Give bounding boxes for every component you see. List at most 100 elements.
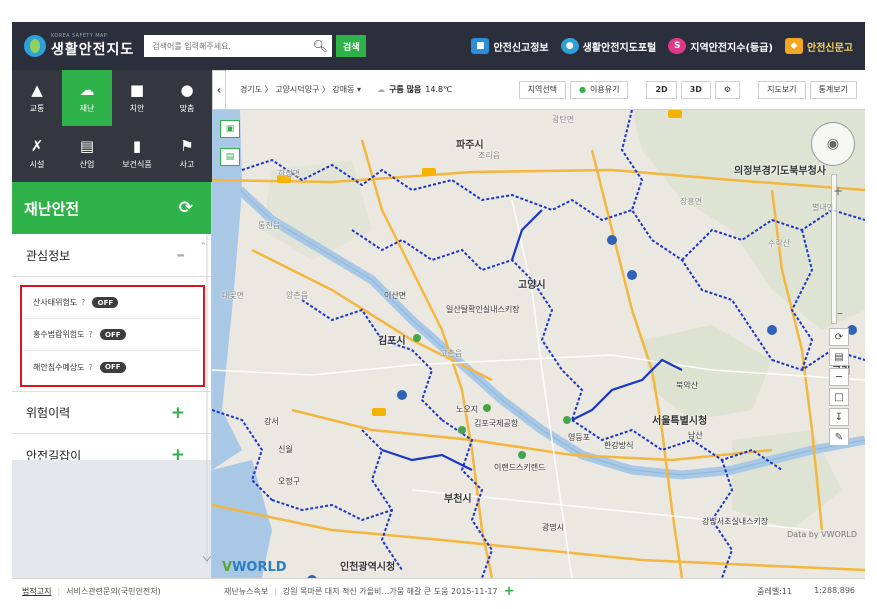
accordion-history-label: 위험이력 — [26, 406, 71, 420]
map-label-bucheon: 부천시 — [444, 494, 472, 505]
category-custom[interactable]: ● 맞춤 — [162, 70, 212, 126]
map-view-button[interactable]: 지도보기 — [758, 80, 806, 99]
map-tools: ⟳ ▤ ─ □ ↧ ✎ — [829, 328, 849, 446]
zoom-out-icon[interactable]: – — [837, 306, 843, 320]
news-ticker: 재난뉴스속보 | 강원 목마른 대지 적신 가을비…가뭄 해갈 큰 도움 201… — [224, 583, 515, 599]
share-icon[interactable]: ✎ — [829, 428, 849, 446]
region-select-button[interactable]: 지역선택 — [518, 80, 567, 99]
accordion-interest-label: 관심정보 — [26, 248, 71, 263]
category-accident[interactable]: ⚑ 사고 — [162, 126, 212, 182]
toggle-label: 해안침수예상도 — [33, 362, 85, 372]
expand-icon[interactable]: + — [171, 403, 185, 423]
distance-icon[interactable]: ─ — [829, 368, 849, 386]
chat-icon: ● — [579, 85, 587, 94]
map-label-ilsan: 일산탈확인실내스키장 — [446, 305, 520, 314]
accordion-interest[interactable]: 관심정보 – ⌃ — [12, 234, 211, 277]
map-label-goyang: 고양시 — [518, 280, 546, 291]
news-headline[interactable]: 강원 목마른 대지 적신 가을비…가뭄 해갈 큰 도움 2015-11-17 — [283, 586, 498, 597]
compass-icon[interactable]: ◉ — [811, 122, 855, 166]
map-label-uijeongbu: 의정부경기도북부청사 — [734, 166, 826, 177]
coastal-flood-toggle[interactable]: OFF — [99, 361, 126, 373]
refresh-icon[interactable]: ⟳ — [179, 198, 193, 218]
flag-icon: ⚑ — [180, 137, 194, 155]
legal-notice-link[interactable]: 법적고지 — [22, 586, 51, 597]
category-industry[interactable]: ▤ 산업 — [62, 126, 112, 182]
location-breadcrumb[interactable]: 경기도 〉 고양시덕양구 〉 강매동 ▾ — [240, 84, 361, 95]
map-label-sinwol: 신월 — [278, 445, 293, 454]
map-label-nohe: 노오지 — [456, 405, 479, 414]
category-traffic[interactable]: ▲ 교통 — [12, 70, 62, 126]
map-label-namsan: 남산 — [688, 431, 703, 440]
help-icon[interactable]: ? — [89, 330, 93, 339]
section-title-bar: 재난안전 ⟳ — [12, 182, 211, 234]
flood-toggle[interactable]: OFF — [99, 329, 126, 340]
usage-guide-button[interactable]: ● 이용유기 — [570, 80, 629, 99]
portal-logo-icon: ● — [560, 38, 579, 54]
map-label-gochon: 고촌읍 — [440, 349, 463, 358]
logo-title: 생활안전지도 — [51, 42, 135, 58]
map-label-jorigo: 조리읍 — [478, 151, 501, 160]
sidebar-scrollbar[interactable] — [202, 234, 211, 564]
category-police[interactable]: ■ 치안 — [112, 70, 162, 126]
cloud-rain-icon: ☁ — [79, 81, 95, 99]
map-credit: Data by VWORLD — [787, 530, 857, 539]
mode-3d-button[interactable]: 3D — [680, 80, 711, 99]
legend-icon[interactable]: ▤ — [220, 148, 240, 166]
category-disaster[interactable]: ☁ 재난 — [62, 70, 112, 126]
safety-index-link[interactable]: S 지역안전지수(등급) — [668, 38, 773, 54]
map-area[interactable]: ‹ 경기도 〉 고양시덕양구 〉 강매동 ▾ ☁ 구름 많음 14.8℃ 지역선… — [212, 70, 865, 578]
map-label-yanggok: 양촌읍 — [286, 291, 309, 300]
search-icon[interactable]: 🔍︎ — [310, 35, 330, 57]
map-label-hangang: 한강방식 — [604, 441, 634, 450]
interest-toggle-list: 산사태위험도 ? OFF 홍수범람위험도 ? OFF 해안침수예상도 ? OFF — [20, 285, 205, 387]
map-label-ilsanw: 이산면 — [384, 291, 407, 300]
landslide-toggle[interactable]: OFF — [92, 297, 119, 308]
weather-status: 구름 많음 — [389, 85, 422, 94]
map-label-yeongdeungpo: 영등포 — [568, 433, 591, 442]
reset-icon[interactable]: ⟳ — [829, 328, 849, 346]
search-button[interactable]: 검색 — [336, 35, 367, 57]
section-title: 재난안전 — [24, 199, 80, 218]
police-icon: ■ — [129, 81, 145, 99]
map-toolbar: 경기도 〉 고양시덕양구 〉 강매동 ▾ ☁ 구름 많음 14.8℃ 지역선택 … — [226, 70, 865, 110]
site-logo[interactable]: KOREA SAFETY MAP 생활안전지도 — [24, 33, 134, 59]
tools-icon: ✗ — [30, 137, 44, 155]
news-label: 재난뉴스속보 — [224, 586, 269, 596]
area-icon[interactable]: □ — [829, 388, 849, 406]
zoom-in-icon[interactable]: + — [833, 184, 843, 198]
help-icon[interactable]: ? — [89, 363, 93, 372]
toggle-label: 산사태위험도 — [33, 298, 78, 307]
portal-label: 생활안전지도포털 — [582, 42, 657, 54]
help-icon[interactable]: ? — [81, 298, 85, 307]
bottle-icon: ▮ — [132, 137, 142, 155]
portal-link[interactable]: ● 생활안전지도포털 — [560, 38, 657, 54]
map-label-gwangmyeong: 광명시 — [542, 523, 565, 532]
map-label-airport: 김포국제공항 — [474, 419, 519, 428]
vworld-logo: VWORLD — [222, 560, 287, 575]
category-facility[interactable]: ✗ 시설 — [12, 126, 62, 182]
mode-2d-button[interactable]: 2D — [646, 80, 677, 99]
category-health-food[interactable]: ▮ 보건식품 — [112, 126, 162, 182]
news-more-icon[interactable]: + — [504, 584, 515, 599]
print-icon[interactable]: ▤ — [829, 348, 849, 366]
map-label-leeland: 이랜드스키랜드 — [494, 463, 546, 472]
safety-report-link[interactable]: ■ 안전신고정보 — [471, 38, 549, 54]
map-label-haseong: 하성면 — [278, 169, 301, 178]
temperature: 14.8℃ — [425, 85, 453, 94]
category-menu: ▲ 교통 ☁ 재난 ■ 치안 ● 맞춤 ✗ 시설 ▤ 산업 ▮ 보건식품 ⚑ 사 — [12, 70, 212, 182]
collapse-icon[interactable]: – — [177, 245, 186, 265]
collapse-sidebar-icon[interactable]: ‹ — [212, 70, 226, 110]
settings-icon[interactable]: ⚙ — [714, 80, 741, 99]
download-icon[interactable]: ↧ — [829, 408, 849, 426]
inquiry-link[interactable]: 서비스관련문의(국민안전처) — [66, 586, 161, 597]
layer-icon[interactable]: ▣ — [220, 120, 240, 138]
search-input[interactable] — [144, 35, 333, 57]
accordion-history[interactable]: 위험이력 + — [12, 391, 211, 434]
map-label-gangseo: 강서 — [264, 417, 279, 426]
safety-report-label: 안전신고정보 — [493, 42, 549, 54]
map-label-gangnam: 강남서초실내스키장 — [702, 517, 769, 526]
safety-newspaper-link[interactable]: ◆ 안전신문고 — [785, 38, 853, 54]
stats-view-button[interactable]: 통계보기 — [809, 80, 857, 99]
map-canvas[interactable] — [212, 110, 865, 578]
toggle-row-coastal: 해안침수예상도 ? OFF — [25, 351, 200, 383]
